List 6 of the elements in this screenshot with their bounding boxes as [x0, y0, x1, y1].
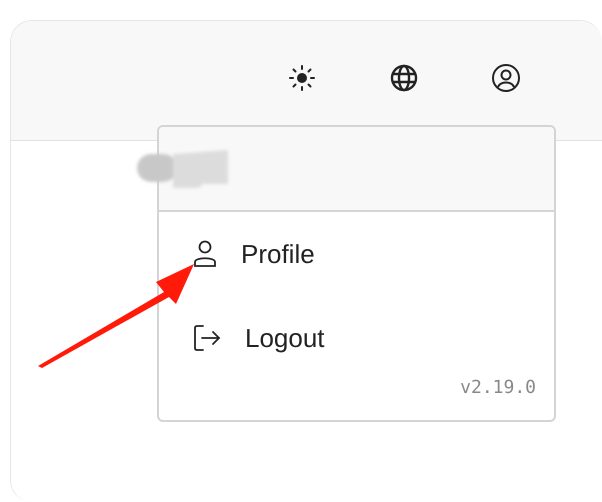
user-icon — [491, 62, 521, 92]
menu-item[interactable]: Profile — [159, 212, 554, 296]
person-icon — [193, 240, 217, 268]
sun-icon — [288, 64, 316, 92]
globe-icon — [390, 64, 418, 92]
logout-icon — [193, 324, 221, 352]
